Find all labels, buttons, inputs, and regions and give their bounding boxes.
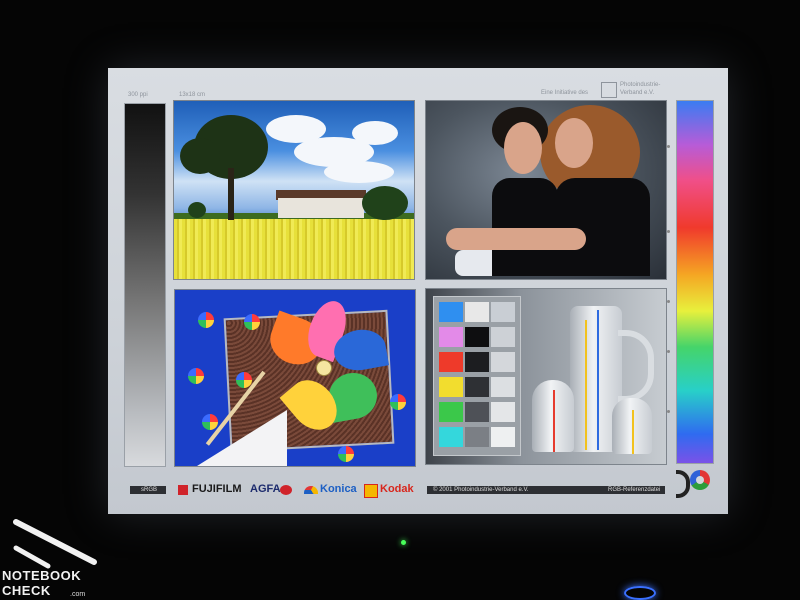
power-button[interactable] xyxy=(624,586,656,600)
resolution-label: 300 ppi xyxy=(128,92,148,98)
arms xyxy=(446,228,586,250)
brand-fujifilm: FUJIFILM xyxy=(192,483,242,495)
fujifilm-logo-icon xyxy=(178,485,188,495)
power-led xyxy=(401,540,406,545)
mini-pinwheel xyxy=(188,368,204,384)
face-left xyxy=(504,122,542,174)
copyright-text: © 2001 Photoindustrie-Verband e.V. xyxy=(433,487,529,493)
margin-dot xyxy=(667,410,670,413)
mini-pinwheel xyxy=(236,372,252,388)
watermark-line2: CHECK xyxy=(2,583,51,598)
brand-kodak: Kodak xyxy=(380,483,414,495)
reference-text: RGB-Referenzdatei xyxy=(608,487,661,493)
mini-pinwheel xyxy=(202,414,218,430)
mini-pinwheel xyxy=(338,446,354,462)
grayscale-gradient-strip xyxy=(124,103,166,467)
mini-pinwheel xyxy=(244,314,260,330)
farmhouse xyxy=(278,198,364,218)
association-line2: Verband e.V. xyxy=(620,90,655,96)
format-label: 13x18 cm xyxy=(179,92,206,98)
margin-dot xyxy=(667,230,670,233)
kodak-logo-icon xyxy=(364,484,378,498)
color-checker-card xyxy=(433,296,521,456)
agfa-rhombus-icon xyxy=(280,485,292,495)
mini-pinwheel xyxy=(390,394,406,410)
watermark-line1: NOTEBOOK xyxy=(2,568,82,583)
mini-pinwheel xyxy=(198,312,214,328)
initiative-label: Eine Initiative des xyxy=(541,90,589,96)
srgb-label: sRGB xyxy=(141,487,158,493)
margin-dot xyxy=(667,145,670,148)
pinwheel-center xyxy=(316,360,332,376)
association-line1: Photoindustrie- xyxy=(620,82,661,88)
brand-agfa: AGFA xyxy=(250,483,281,495)
brand-konica: Konica xyxy=(320,483,357,495)
face-right xyxy=(555,118,593,168)
margin-dot xyxy=(667,350,670,353)
pv-logo-icon xyxy=(601,82,617,98)
konica-logo-icon xyxy=(304,486,318,494)
color-spectrum-strip xyxy=(676,100,714,464)
margin-dot xyxy=(667,300,670,303)
watermark-suffix: .com xyxy=(70,591,86,598)
